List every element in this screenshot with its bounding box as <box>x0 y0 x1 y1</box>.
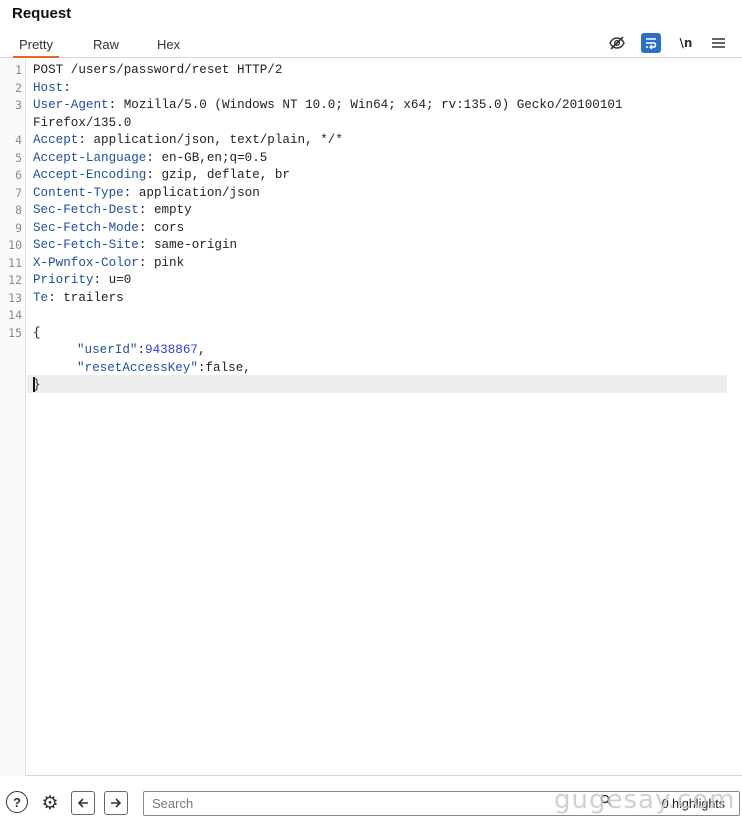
word-wrap-icon[interactable] <box>641 33 661 53</box>
header-separator: : <box>78 133 94 147</box>
header-separator: : <box>138 255 154 270</box>
header-name: Accept-Encoding <box>33 168 147 182</box>
show-newlines-button[interactable]: \n <box>676 33 696 53</box>
header-value: Mozilla/5.0 (Windows NT 10.0; Win64; x64… <box>123 98 623 112</box>
header-line: Host: <box>33 80 71 98</box>
line-number: 11 <box>8 255 22 270</box>
header-value: pink <box>153 255 185 270</box>
tab-hex[interactable]: Hex <box>151 37 186 58</box>
json-comma: , <box>197 343 206 357</box>
json-key: "userId" <box>77 343 138 357</box>
line-number: 2 <box>15 80 22 95</box>
header-name: User-Agent <box>33 98 109 112</box>
header-line: Sec-Fetch-Mode: cors <box>33 220 184 238</box>
header-separator: : <box>138 203 154 217</box>
eye-slash-icon[interactable] <box>607 33 627 53</box>
tab-raw[interactable]: Raw <box>87 37 125 58</box>
header-name: Host <box>33 80 64 95</box>
json-comma: , <box>243 360 251 375</box>
request-code: POST /users/password/reset HTTP/2 Host: … <box>33 59 733 637</box>
search-icon[interactable] <box>600 794 612 809</box>
header-value: empty <box>153 203 192 217</box>
header-name: Sec-Fetch-Site <box>33 238 139 252</box>
header-separator: : <box>108 98 124 112</box>
header-separator: : <box>146 168 162 182</box>
header-line: Sec-Fetch-Site: same-origin <box>33 237 237 255</box>
header-separator: : <box>123 185 139 200</box>
header-value: application/json <box>138 185 260 200</box>
highlights-count: 0 highlights <box>661 797 725 811</box>
header-value: cors <box>153 220 185 235</box>
gear-icon[interactable]: ⚙ <box>38 791 62 815</box>
line-number-gutter: 1 2 3 4 5 6 7 8 9 10 11 12 13 14 15 <box>0 59 26 776</box>
header-separator: : <box>63 80 71 95</box>
line-number: 1 <box>15 63 22 77</box>
search-box: 0 highlights <box>143 791 740 816</box>
line-number: 7 <box>15 185 22 200</box>
line-number: 9 <box>15 220 22 235</box>
header-separator: : <box>48 290 64 305</box>
search-input[interactable] <box>144 792 584 815</box>
forward-arrow-button[interactable] <box>104 791 128 815</box>
header-line: User-Agent: Mozilla/5.0 (Windows NT 10.0… <box>33 97 623 115</box>
line-number: 8 <box>15 203 22 217</box>
editor-tabbar: Pretty Raw Hex \n <box>0 31 742 58</box>
header-value: trailers <box>63 290 124 305</box>
hamburger-menu-icon[interactable] <box>708 33 728 53</box>
header-name: Te <box>33 290 49 305</box>
panel-title: Request <box>12 5 72 22</box>
header-separator: : <box>138 220 154 235</box>
line-number: 6 <box>15 168 22 182</box>
header-name: X-Pwnfox-Color <box>33 255 139 270</box>
request-editor[interactable]: 1 2 3 4 5 6 7 8 9 10 11 12 13 14 15 POST… <box>0 59 742 776</box>
header-separator: : <box>138 238 154 252</box>
header-line: Priority: u=0 <box>33 272 131 290</box>
line-number: 14 <box>8 308 22 322</box>
json-colon: : <box>137 343 146 357</box>
header-separator: : <box>93 273 109 287</box>
help-icon[interactable]: ? <box>6 791 28 813</box>
text-caret <box>33 377 35 392</box>
header-line: Accept: application/json, text/plain, */… <box>33 132 343 150</box>
header-line: X-Pwnfox-Color: pink <box>33 255 184 273</box>
bottom-toolbar: ? ⚙ 0 highlights <box>0 777 742 817</box>
line-number: 13 <box>8 290 22 305</box>
line-number: 5 <box>15 150 22 165</box>
header-line: Content-Type: application/json <box>33 185 260 203</box>
header-value: gzip, deflate, br <box>161 168 290 182</box>
header-value: same-origin <box>153 238 238 252</box>
line-number: 12 <box>8 273 22 287</box>
header-name: Sec-Fetch-Mode <box>33 220 139 235</box>
header-value: en-GB,en;q=0.5 <box>161 150 268 165</box>
json-value: false <box>205 360 244 375</box>
back-arrow-button[interactable] <box>71 791 95 815</box>
line-number: 15 <box>8 325 22 340</box>
header-name: Priority <box>33 273 94 287</box>
header-line: Sec-Fetch-Dest: empty <box>33 202 192 220</box>
header-continuation: Firefox/135.0 <box>33 115 132 130</box>
header-value: u=0 <box>108 273 132 287</box>
header-name: Content-Type <box>33 185 124 200</box>
header-separator: : <box>146 150 162 165</box>
tab-pretty[interactable]: Pretty <box>13 37 59 58</box>
header-name: Accept <box>33 133 79 147</box>
request-line: POST /users/password/reset HTTP/2 <box>33 63 283 77</box>
header-name: Accept-Language <box>33 150 147 165</box>
line-number: 4 <box>15 133 22 147</box>
line-number: 10 <box>8 238 22 252</box>
header-line: Accept-Language: en-GB,en;q=0.5 <box>33 150 267 168</box>
json-key: "resetAccessKey" <box>77 360 198 375</box>
header-name: Sec-Fetch-Dest <box>33 203 139 217</box>
header-line: Te: trailers <box>33 290 124 308</box>
header-value: application/json, text/plain, */* <box>93 133 343 147</box>
json-open-brace: { <box>33 325 41 340</box>
header-line: Accept-Encoding: gzip, deflate, br <box>33 167 290 185</box>
json-field: "resetAccessKey":false, <box>77 360 251 378</box>
json-value: 9438867 <box>145 343 198 357</box>
line-number: 3 <box>15 98 22 112</box>
json-field: "userId":9438867, <box>77 342 206 360</box>
